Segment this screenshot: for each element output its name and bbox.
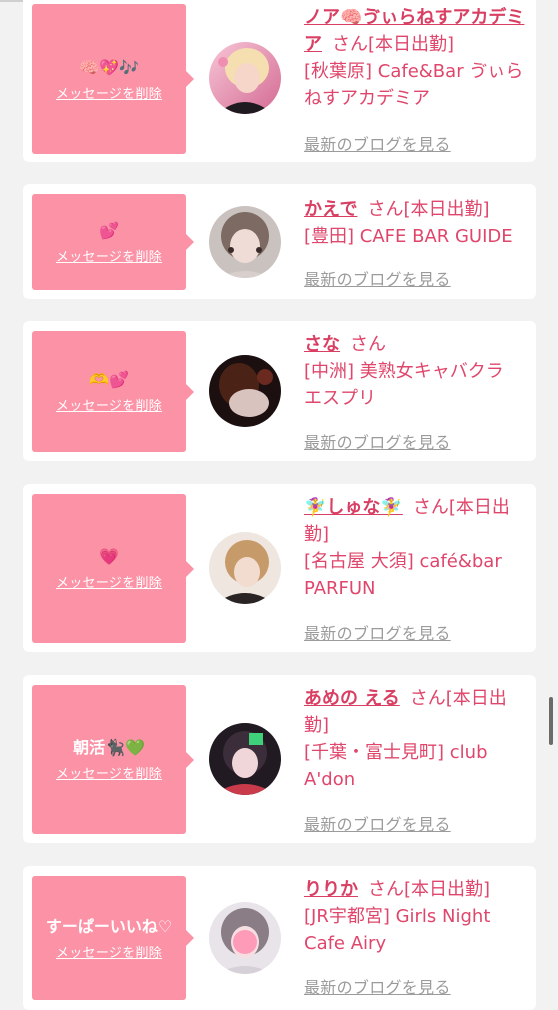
message-card: 💗 メッセージを削除 🧚‍♀️しゅな🧚‍♀️ さん[本日出勤] [名古屋 大須] … [23, 484, 536, 652]
cast-info: あめの える さん[本日出勤] [千葉・富士見町] club A'don [304, 685, 526, 793]
avatar[interactable] [209, 206, 281, 278]
message-bubble: 🫶💕 メッセージを削除 [32, 331, 194, 452]
message-bubble: すーぱーいいね♡ メッセージを削除 [32, 876, 194, 1000]
latest-blog-link[interactable]: 最新のブログを見る [304, 974, 451, 998]
shop-location: [JR宇都宮] Girls Night Cafe Airy [304, 906, 491, 954]
delete-message-link[interactable]: メッセージを削除 [56, 942, 162, 961]
message-text: 💕 [99, 220, 119, 240]
cast-suffix: さん[本日出勤] [367, 199, 490, 220]
latest-blog-link[interactable]: 最新のブログを見る [304, 266, 451, 290]
cast-name-link[interactable]: かえで [304, 199, 357, 220]
cast-suffix: さん[本日出勤] [368, 879, 491, 900]
message-text: 🫶💕 [89, 370, 129, 389]
message-bubble: 🧠💖🎶 メッセージを削除 [32, 4, 194, 154]
shop-location: [名古屋 大須] café&bar PARFUN [304, 551, 502, 599]
latest-blog-link[interactable]: 最新のブログを見る [304, 811, 451, 835]
message-card: 🧠💖🎶 メッセージを削除 ノア🧠ゔぃらねすアカデミア さん[本日出勤] [秋葉原… [23, 0, 536, 162]
shop-location: [豊田] CAFE BAR GUIDE [304, 226, 513, 247]
latest-blog-link[interactable]: 最新のブログを見る [304, 429, 451, 453]
message-card: 朝活🐈‍⬛💚 メッセージを削除 あめの える さん[本日出勤] [千葉・富士見町]… [23, 675, 536, 843]
cast-name-link[interactable]: さな [304, 334, 340, 355]
delete-message-link[interactable]: メッセージを削除 [56, 763, 162, 782]
cast-info: さな さん [中洲] 美熟女キャバクラ エスプリ [304, 331, 526, 412]
delete-message-link[interactable]: メッセージを削除 [56, 246, 162, 265]
message-card: 💕 メッセージを削除 かえで さん[本日出勤] [豊田] CAFE BAR GUI… [23, 184, 536, 299]
message-text: 🧠💖🎶 [79, 57, 139, 77]
avatar[interactable] [209, 42, 281, 114]
cast-name-link[interactable]: りりか [304, 879, 358, 900]
cast-name-link[interactable]: あめの える [304, 688, 400, 709]
message-text: 💗 [99, 547, 119, 566]
shop-location: [千葉・富士見町] club A'don [304, 742, 488, 790]
message-card: 🫶💕 メッセージを削除 さな さん [中洲] 美熟女キャバクラ エスプリ 最新のブ… [23, 321, 536, 461]
cast-info: りりか さん[本日出勤] [JR宇都宮] Girls Night Cafe Air… [304, 876, 526, 957]
cast-suffix: さん[本日出勤] [332, 34, 455, 55]
latest-blog-link[interactable]: 最新のブログを見る [304, 620, 451, 644]
delete-message-link[interactable]: メッセージを削除 [56, 395, 162, 414]
cast-name-link[interactable]: 🧚‍♀️しゅな🧚‍♀️ [304, 497, 403, 518]
scrollbar[interactable] [549, 697, 553, 745]
cast-suffix: さん [350, 334, 386, 355]
cast-info: ノア🧠ゔぃらねすアカデミア さん[本日出勤] [秋葉原] Cafe&Bar ゔぃら… [304, 4, 526, 112]
avatar[interactable] [209, 355, 281, 427]
cast-info: かえで さん[本日出勤] [豊田] CAFE BAR GUIDE [304, 196, 526, 250]
message-text: すーぱーいいね♡ [45, 916, 173, 936]
message-text: 朝活🐈‍⬛💚 [73, 738, 145, 757]
message-card: すーぱーいいね♡ メッセージを削除 りりか さん[本日出勤] [JR宇都宮] Gi… [23, 866, 536, 1010]
cast-info: 🧚‍♀️しゅな🧚‍♀️ さん[本日出勤] [名古屋 大須] café&bar PA… [304, 494, 526, 602]
shop-location: [秋葉原] Cafe&Bar ゔぃらねすアカデミア [304, 61, 524, 109]
message-feed: 🧠💖🎶 メッセージを削除 ノア🧠ゔぃらねすアカデミア さん[本日出勤] [秋葉原… [0, 0, 558, 1010]
message-bubble: 💕 メッセージを削除 [32, 194, 194, 290]
avatar[interactable] [209, 902, 281, 974]
avatar[interactable] [209, 723, 281, 795]
message-bubble: 朝活🐈‍⬛💚 メッセージを削除 [32, 685, 194, 834]
message-bubble: 💗 メッセージを削除 [32, 494, 194, 643]
delete-message-link[interactable]: メッセージを削除 [56, 572, 162, 591]
delete-message-link[interactable]: メッセージを削除 [56, 83, 162, 102]
latest-blog-link[interactable]: 最新のブログを見る [304, 131, 451, 155]
shop-location: [中洲] 美熟女キャバクラ エスプリ [304, 361, 504, 409]
avatar[interactable] [209, 532, 281, 604]
